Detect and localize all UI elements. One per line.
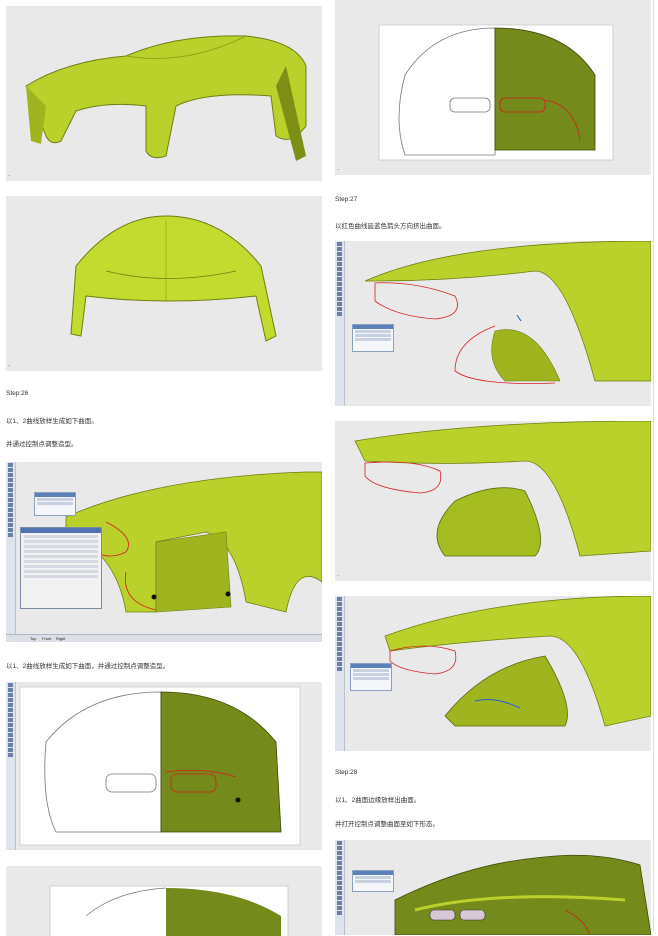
toolbar-strip bbox=[6, 682, 16, 850]
layer-panel[interactable] bbox=[352, 870, 394, 892]
layer-panel[interactable] bbox=[352, 324, 394, 352]
rhino-screenshot-front-split-3: ⌐ bbox=[335, 0, 651, 175]
tab-front[interactable]: Front bbox=[42, 636, 51, 641]
car-surface-3quarter-image bbox=[25, 35, 307, 161]
step26-text-1: 以1、2曲线放样生成如下曲面。 bbox=[6, 418, 98, 425]
step28-text-1: 以1、2曲面边缘放样出曲面。 bbox=[335, 797, 421, 804]
step26-text-2: 并通过控制点调整造型。 bbox=[6, 441, 78, 448]
axis-icon: ⌐ bbox=[337, 573, 340, 579]
rhino-screenshot-step27-c bbox=[335, 596, 651, 751]
page-edge bbox=[653, 0, 658, 931]
toolbar-strip bbox=[335, 596, 345, 751]
step26-title: Step:26 bbox=[6, 390, 29, 397]
step27-title: Step:27 bbox=[335, 196, 358, 203]
toolbar-strip bbox=[6, 462, 16, 642]
layer-panel[interactable] bbox=[350, 663, 392, 691]
front-split-image-2 bbox=[49, 885, 289, 936]
loft-options-dialog[interactable] bbox=[20, 527, 102, 609]
step28-title: Step:28 bbox=[335, 769, 358, 776]
axis-icon: ⌐ bbox=[8, 363, 11, 369]
rhino-screenshot-front-split bbox=[6, 682, 322, 850]
layer-panel[interactable] bbox=[34, 492, 76, 516]
rhino-screenshot-step27-a bbox=[335, 241, 651, 406]
extrude-surface-image-b bbox=[354, 421, 651, 557]
render-car-3quarter: ⌐ bbox=[6, 6, 322, 181]
viewport-tabs: Top Front Right bbox=[6, 634, 322, 642]
render-step27-b: ⌐ bbox=[335, 421, 651, 581]
toolbar-strip bbox=[335, 241, 345, 406]
front-split-image bbox=[19, 686, 301, 846]
axis-icon: ⌐ bbox=[337, 167, 340, 173]
axis-icon: ⌐ bbox=[8, 173, 11, 179]
car-surface-front-image bbox=[70, 215, 277, 342]
tab-top[interactable]: Top bbox=[30, 636, 36, 641]
step28-text-2: 并打开控制点调整曲面至如下形态。 bbox=[335, 821, 439, 828]
toolbar-strip bbox=[335, 840, 345, 935]
render-car-front: ⌐ bbox=[6, 196, 322, 371]
rhino-screenshot-step28 bbox=[335, 840, 651, 935]
tab-right[interactable]: Right bbox=[56, 636, 65, 641]
step26-text-3: 以1、2曲线放样生成如下曲面，并通过控制点调整造型。 bbox=[6, 663, 170, 670]
front-split-image-3 bbox=[378, 24, 614, 161]
step27-text-1: 以红色曲线延蓝色箭头方向挤出曲面。 bbox=[335, 223, 446, 230]
rhino-screenshot-step26: Top Front Right bbox=[6, 462, 322, 642]
rhino-screenshot-front-split-2 bbox=[6, 866, 322, 936]
